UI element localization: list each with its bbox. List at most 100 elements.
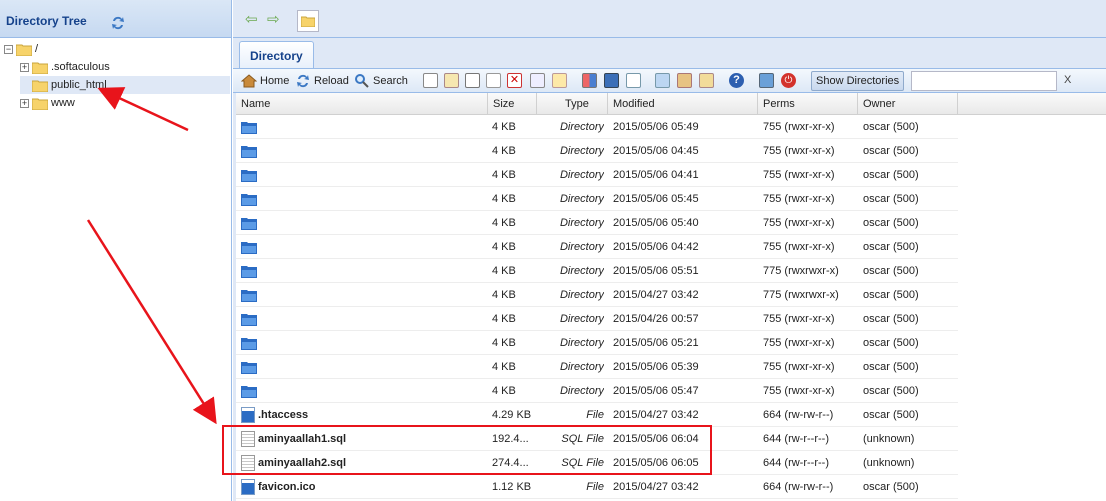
cell-owner: oscar (500) xyxy=(863,481,919,493)
expand-icon[interactable]: + xyxy=(20,98,29,108)
cell-owner: oscar (500) xyxy=(863,361,919,373)
cell-modified: 2015/05/06 05:21 xyxy=(613,337,699,349)
tree-node-label: .softaculous xyxy=(51,61,110,73)
cell-perms: 755 (rwxr-xr-x) xyxy=(763,337,835,349)
reload-tree-icon[interactable] xyxy=(110,15,126,31)
table-row[interactable]: 4 KB Directory 2015/04/27 03:42 775 (rwxrwx… xyxy=(236,283,958,307)
file-grid: Name Size Type Modified Perms Owner 4 KB… xyxy=(236,93,1106,501)
cell-type: Directory xyxy=(559,193,604,205)
column-perms[interactable]: Perms xyxy=(758,93,858,115)
cell-type: Directory xyxy=(559,385,604,397)
table-row[interactable]: 4 KB Directory 2015/05/06 05:49 755 (rwxr-x… xyxy=(236,115,958,139)
cell-size: 4 KB xyxy=(492,241,516,253)
view-grid-icon[interactable] xyxy=(582,73,597,88)
column-owner[interactable]: Owner xyxy=(858,93,958,115)
folder-icon xyxy=(241,290,257,302)
table-row[interactable]: aminyaallah1.sql 192.4... SQL File 2015/05/… xyxy=(236,427,958,451)
tree-node[interactable]: + .softaculous xyxy=(20,58,230,76)
cell-name: aminyaallah2.sql xyxy=(258,457,347,469)
cell-owner: oscar (500) xyxy=(863,121,919,133)
cell-type: Directory xyxy=(559,265,604,277)
tab-directory[interactable]: Directory xyxy=(239,41,314,68)
edit-file-icon[interactable] xyxy=(444,73,459,88)
cell-type: SQL File xyxy=(561,433,604,445)
folder-icon xyxy=(241,362,257,374)
cell-modified: 2015/04/27 03:42 xyxy=(613,409,699,421)
cell-name xyxy=(258,163,488,187)
cell-name xyxy=(258,259,488,283)
cell-modified: 2015/05/06 05:39 xyxy=(613,361,699,373)
cell-modified: 2015/05/06 04:41 xyxy=(613,169,699,181)
table-row[interactable]: 4 KB Directory 2015/05/06 05:21 755 (rwxr-x… xyxy=(236,331,958,355)
power-icon[interactable]: ⏻ xyxy=(781,73,796,88)
table-row[interactable]: favicon.ico 1.12 KB File 2015/04/27 03:42 66… xyxy=(236,475,958,499)
table-row[interactable]: 4 KB Directory 2015/05/06 05:47 755 (rwxr-x… xyxy=(236,379,958,403)
cell-type: Directory xyxy=(559,169,604,181)
table-row[interactable]: aminyaallah2.sql 274.4... SQL File 2015/05/… xyxy=(236,451,958,475)
path-folder-button[interactable] xyxy=(297,10,319,32)
cell-type: Directory xyxy=(559,337,604,349)
cell-size: 4 KB xyxy=(492,361,516,373)
delete-icon[interactable]: ✕ xyxy=(507,73,522,88)
cell-size: 4 KB xyxy=(492,289,516,301)
upload-icon[interactable] xyxy=(655,73,670,88)
forward-arrow-icon[interactable]: ⇨ xyxy=(267,12,283,27)
show-directories-button[interactable]: Show Directories xyxy=(811,71,905,91)
table-row[interactable]: 4 KB Directory 2015/05/06 05:40 755 (rwxr-x… xyxy=(236,211,958,235)
filter-input[interactable] xyxy=(911,71,1057,91)
column-name[interactable]: Name xyxy=(236,93,488,115)
cell-size: 4 KB xyxy=(492,193,516,205)
extract-icon[interactable] xyxy=(699,73,714,88)
column-modified[interactable]: Modified xyxy=(608,93,758,115)
home-button[interactable]: Home xyxy=(241,72,289,90)
cell-perms: 775 (rwxrwxr-x) xyxy=(763,265,839,277)
table-row[interactable]: 4 KB Directory 2015/05/06 04:42 755 (rwxr-x… xyxy=(236,235,958,259)
table-row[interactable]: .htaccess 4.29 KB File 2015/04/27 03:42 664 … xyxy=(236,403,958,427)
table-row[interactable]: 4 KB Directory 2015/05/06 05:45 755 (rwxr-x… xyxy=(236,187,958,211)
search-button[interactable]: Search xyxy=(354,72,408,90)
cell-size: 4 KB xyxy=(492,385,516,397)
cell-name xyxy=(258,235,488,259)
tree-node[interactable]: + www xyxy=(20,94,230,112)
filter-clear-button[interactable]: X xyxy=(1064,74,1071,86)
table-row[interactable]: 4 KB Directory 2015/05/06 05:39 755 (rwxr-x… xyxy=(236,355,958,379)
cell-owner: oscar (500) xyxy=(863,241,919,253)
copy-icon[interactable] xyxy=(465,73,480,88)
column-size[interactable]: Size xyxy=(488,93,537,115)
cell-size: 4 KB xyxy=(492,145,516,157)
back-arrow-icon[interactable]: ⇦ xyxy=(245,12,261,27)
cell-perms: 775 (rwxrwxr-x) xyxy=(763,289,839,301)
compress-icon[interactable] xyxy=(677,73,692,88)
rename-icon[interactable] xyxy=(552,73,567,88)
collapse-icon[interactable]: − xyxy=(4,44,13,54)
column-type[interactable]: Type xyxy=(537,93,608,115)
cell-perms: 755 (rwxr-xr-x) xyxy=(763,385,835,397)
cell-modified: 2015/05/06 05:51 xyxy=(613,265,699,277)
cell-perms: 664 (rw-rw-r--) xyxy=(763,481,834,493)
table-row[interactable]: 4 KB Directory 2015/05/06 04:41 755 (rwxr-x… xyxy=(236,163,958,187)
tree-node-label: / xyxy=(35,43,39,55)
toolbar: Home Reload Search ✕ ? ⏻ Show Directorie… xyxy=(233,68,1106,93)
expand-icon[interactable]: + xyxy=(20,62,29,72)
tree-node-label: www xyxy=(51,97,75,109)
reload-button[interactable]: Reload xyxy=(295,72,349,90)
download-icon[interactable] xyxy=(626,73,641,88)
new-file-icon[interactable] xyxy=(423,73,438,88)
move-icon[interactable] xyxy=(530,73,545,88)
tree-node[interactable]: public_html xyxy=(20,76,230,94)
cell-type: File xyxy=(586,481,604,493)
file-manager-panel: ⇦ ⇨ Directory Home Reload Search ✕ ? ⏻ S… xyxy=(233,0,1106,501)
table-row[interactable]: 4 KB Directory 2015/05/06 04:45 755 (rwxr-x… xyxy=(236,139,958,163)
folder-icon xyxy=(241,386,257,398)
tree-node[interactable]: − / xyxy=(4,40,230,58)
table-row[interactable]: 4 KB Directory 2015/04/26 00:57 755 (rwxr-x… xyxy=(236,307,958,331)
table-row[interactable]: 4 KB Directory 2015/05/06 05:51 775 (rwxrwx… xyxy=(236,259,958,283)
cell-name xyxy=(258,283,488,307)
cell-modified: 2015/05/06 05:49 xyxy=(613,121,699,133)
paste-icon[interactable] xyxy=(486,73,501,88)
cell-owner: oscar (500) xyxy=(863,409,919,421)
help-icon[interactable]: ? xyxy=(729,73,744,88)
view-list-icon[interactable] xyxy=(604,73,619,88)
settings-icon[interactable] xyxy=(759,73,774,88)
